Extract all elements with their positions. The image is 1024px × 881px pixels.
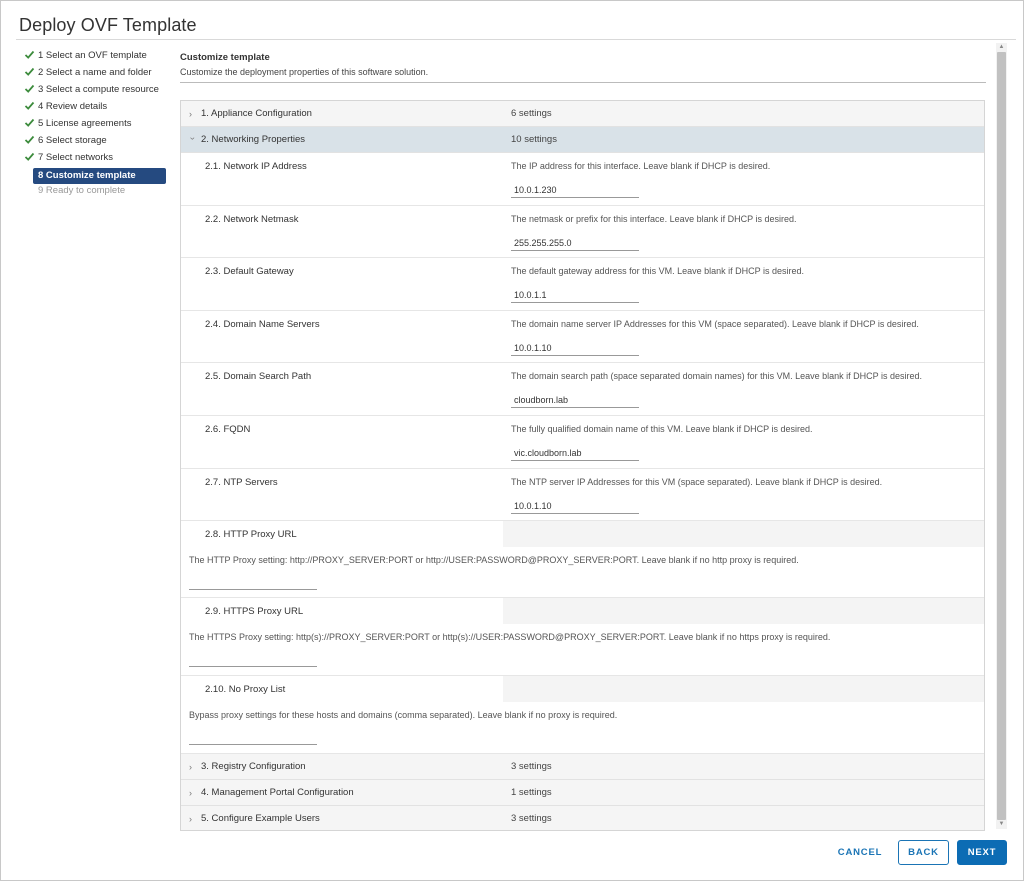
gateway-input[interactable]: 10.0.1.1 [511,287,639,303]
scroll-down-arrow-icon[interactable]: ▼ [996,820,1007,829]
prop-ntp-servers: 2.7. NTP Servers The NTP server IP Addre… [181,469,984,521]
prop-name: 2.5. Domain Search Path [205,371,312,382]
scroll-up-arrow-icon[interactable]: ▲ [996,43,1007,52]
next-button[interactable]: NEXT [957,840,1007,865]
step-label: 2 Select a name and folder [38,67,152,78]
prop-name: 2.10. No Proxy List [205,684,286,695]
group-name: 1. Appliance Configuration [201,108,312,119]
wizard-steps: 1 Select an OVF template 2 Select a name… [23,49,169,201]
fqdn-input[interactable]: vic.cloudborn.lab [511,445,639,461]
step-select-networks[interactable]: 7 Select networks [23,151,169,168]
step-label: 5 License agreements [38,118,132,129]
group-management-portal[interactable]: › 4. Management Portal Configuration 1 s… [181,780,984,806]
check-icon [24,118,35,127]
prop-name: 2.6. FQDN [205,424,251,435]
step-label: 1 Select an OVF template [38,50,147,61]
properties-grid: › 1. Appliance Configuration 6 settings … [180,100,985,831]
prop-name: 2.7. NTP Servers [205,477,278,488]
prop-desc: The fully qualified domain name of this … [511,424,813,434]
prop-name: 2.9. HTTPS Proxy URL [205,606,304,617]
prop-name: 2.8. HTTP Proxy URL [205,529,297,540]
no-proxy-input[interactable] [189,731,317,745]
step-license[interactable]: 5 License agreements [23,117,169,134]
check-icon [24,152,35,161]
prop-name: 2.4. Domain Name Servers [205,319,320,330]
prop-name: 2.3. Default Gateway [205,266,294,277]
group-name: 5. Configure Example Users [201,813,320,824]
prop-desc: The NTP server IP Addresses for this VM … [511,477,883,487]
ntp-servers-input[interactable]: 10.0.1.10 [511,498,639,514]
http-proxy-input[interactable] [189,576,317,590]
check-icon [24,50,35,59]
prop-default-gateway: 2.3. Default Gateway The default gateway… [181,258,984,311]
step-review-details[interactable]: 4 Review details [23,100,169,117]
step-label: 4 Review details [38,101,108,112]
step-select-name-folder[interactable]: 2 Select a name and folder [23,66,169,83]
check-icon [24,135,35,144]
prop-desc: The default gateway address for this VM.… [511,266,804,276]
page-subtitle: Customize the deployment properties of t… [180,67,429,77]
chevron-right-icon: › [189,109,192,119]
group-name: 3. Registry Configuration [201,761,306,772]
check-icon [24,84,35,93]
header-divider [180,82,986,83]
title-divider [16,39,1016,40]
prop-desc: The IP address for this interface. Leave… [511,161,771,171]
group-appliance-configuration[interactable]: › 1. Appliance Configuration 6 settings [181,101,984,127]
step-label: 6 Select storage [38,135,107,146]
netmask-input[interactable]: 255.255.255.0 [511,235,639,251]
step-label: 3 Select a compute resource [38,84,159,95]
step-ready-to-complete: 9 Ready to complete [33,184,169,201]
page-title: Customize template [180,52,270,63]
vertical-scrollbar[interactable]: ▲ ▼ [996,43,1007,829]
cancel-button[interactable]: CANCEL [831,840,889,865]
group-networking-properties[interactable]: › 2. Networking Properties 10 settings [181,127,984,153]
prop-desc: The netmask or prefix for this interface… [511,214,797,224]
search-path-input[interactable]: cloudborn.lab [511,392,639,408]
prop-no-proxy-list: 2.10. No Proxy List Bypass proxy setting… [181,676,984,754]
dialog-title: Deploy OVF Template [19,15,197,35]
chevron-right-icon: › [189,762,192,772]
step-select-ovf[interactable]: 1 Select an OVF template [23,49,169,66]
group-count: 6 settings [511,108,552,119]
chevron-right-icon: › [189,814,192,824]
prop-network-ip: 2.1. Network IP Address The IP address f… [181,153,984,206]
prop-name: 2.2. Network Netmask [205,214,299,225]
group-registry-configuration[interactable]: › 3. Registry Configuration 3 settings [181,754,984,780]
prop-desc: Bypass proxy settings for these hosts an… [189,710,618,720]
prop-dns-servers: 2.4. Domain Name Servers The domain name… [181,311,984,363]
back-button[interactable]: BACK [898,840,949,865]
prop-desc: The domain name server IP Addresses for … [511,319,919,329]
group-count: 10 settings [511,134,557,145]
step-label: 9 Ready to complete [38,185,126,196]
group-example-users[interactable]: › 5. Configure Example Users 3 settings [181,806,984,830]
check-icon [24,67,35,76]
prop-desc: The HTTPS Proxy setting: http(s)://PROXY… [189,632,831,642]
step-select-storage[interactable]: 6 Select storage [23,134,169,151]
group-count: 3 settings [511,761,552,772]
chevron-right-icon: › [189,788,192,798]
step-select-compute[interactable]: 3 Select a compute resource [23,83,169,100]
prop-desc: The HTTP Proxy setting: http://PROXY_SER… [189,555,799,565]
prop-name: 2.1. Network IP Address [205,161,307,172]
https-proxy-input[interactable] [189,653,317,667]
deploy-ovf-dialog: Deploy OVF Template 1 Select an OVF temp… [0,0,1024,881]
step-customize-template[interactable]: 8 Customize template [33,168,166,184]
step-label: 8 Customize template [38,170,136,181]
scroll-thumb[interactable] [997,52,1006,820]
group-count: 1 settings [511,787,552,798]
prop-http-proxy: 2.8. HTTP Proxy URL The HTTP Proxy setti… [181,521,984,598]
network-ip-input[interactable]: 10.0.1.230 [511,182,639,198]
check-icon [24,101,35,110]
group-name: 4. Management Portal Configuration [201,787,354,798]
group-name: 2. Networking Properties [201,134,306,145]
prop-fqdn: 2.6. FQDN The fully qualified domain nam… [181,416,984,469]
group-count: 3 settings [511,813,552,824]
step-label: 7 Select networks [38,152,113,163]
prop-network-netmask: 2.2. Network Netmask The netmask or pref… [181,206,984,258]
prop-desc: The domain search path (space separated … [511,371,923,381]
prop-https-proxy: 2.9. HTTPS Proxy URL The HTTPS Proxy set… [181,598,984,676]
dns-servers-input[interactable]: 10.0.1.10 [511,340,639,356]
prop-domain-search-path: 2.5. Domain Search Path The domain searc… [181,363,984,416]
